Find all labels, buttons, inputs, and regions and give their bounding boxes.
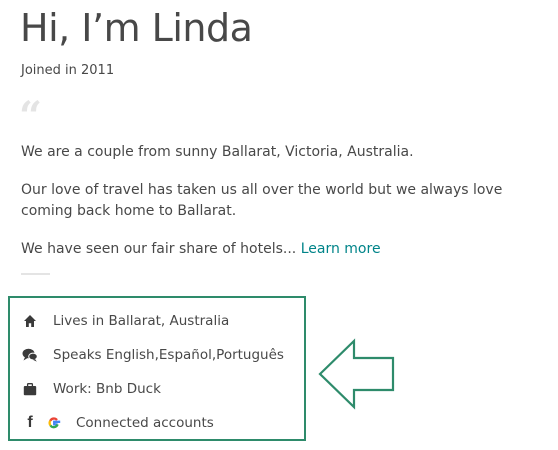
lives-in-row: Lives in Ballarat, Australia (10, 311, 229, 331)
briefcase-icon (20, 379, 40, 399)
divider (21, 273, 50, 275)
about-paragraph-1: We are a couple from sunny Ballarat, Vic… (21, 144, 414, 160)
page-title: Hi, I’m Linda (20, 6, 253, 50)
work-row: Work: Bnb Duck (10, 379, 161, 399)
connected-accounts-row: f Connected accounts (10, 413, 214, 433)
joined-date: Joined in 2011 (21, 63, 115, 78)
host-details-box: Lives in Ballarat, Australia Speaks Engl… (8, 296, 306, 441)
about-paragraph-2: Our love of travel has taken us all over… (21, 182, 503, 219)
languages-text: Speaks English,Español,Português (53, 347, 284, 363)
work-text: Work: Bnb Duck (53, 381, 161, 397)
google-icon (44, 413, 64, 433)
left-arrow-annotation-icon (318, 338, 395, 410)
home-icon (20, 311, 40, 331)
learn-more-link[interactable]: Learn more (301, 241, 381, 257)
about-paragraph-3: We have seen our fair share of hotels...… (21, 239, 556, 260)
host-profile-page: Hi, I’m Linda Joined in 2011 “ We are a … (0, 0, 558, 450)
facebook-icon: f (27, 414, 33, 431)
quote-icon: “ (19, 93, 43, 140)
lives-in-text: Lives in Ballarat, Australia (53, 313, 230, 329)
connected-accounts-text: Connected accounts (76, 415, 214, 431)
languages-row: Speaks English,Español,Português (10, 345, 284, 365)
speech-bubble-icon (20, 345, 40, 365)
about-paragraph-3-text: We have seen our fair share of hotels... (21, 241, 297, 257)
